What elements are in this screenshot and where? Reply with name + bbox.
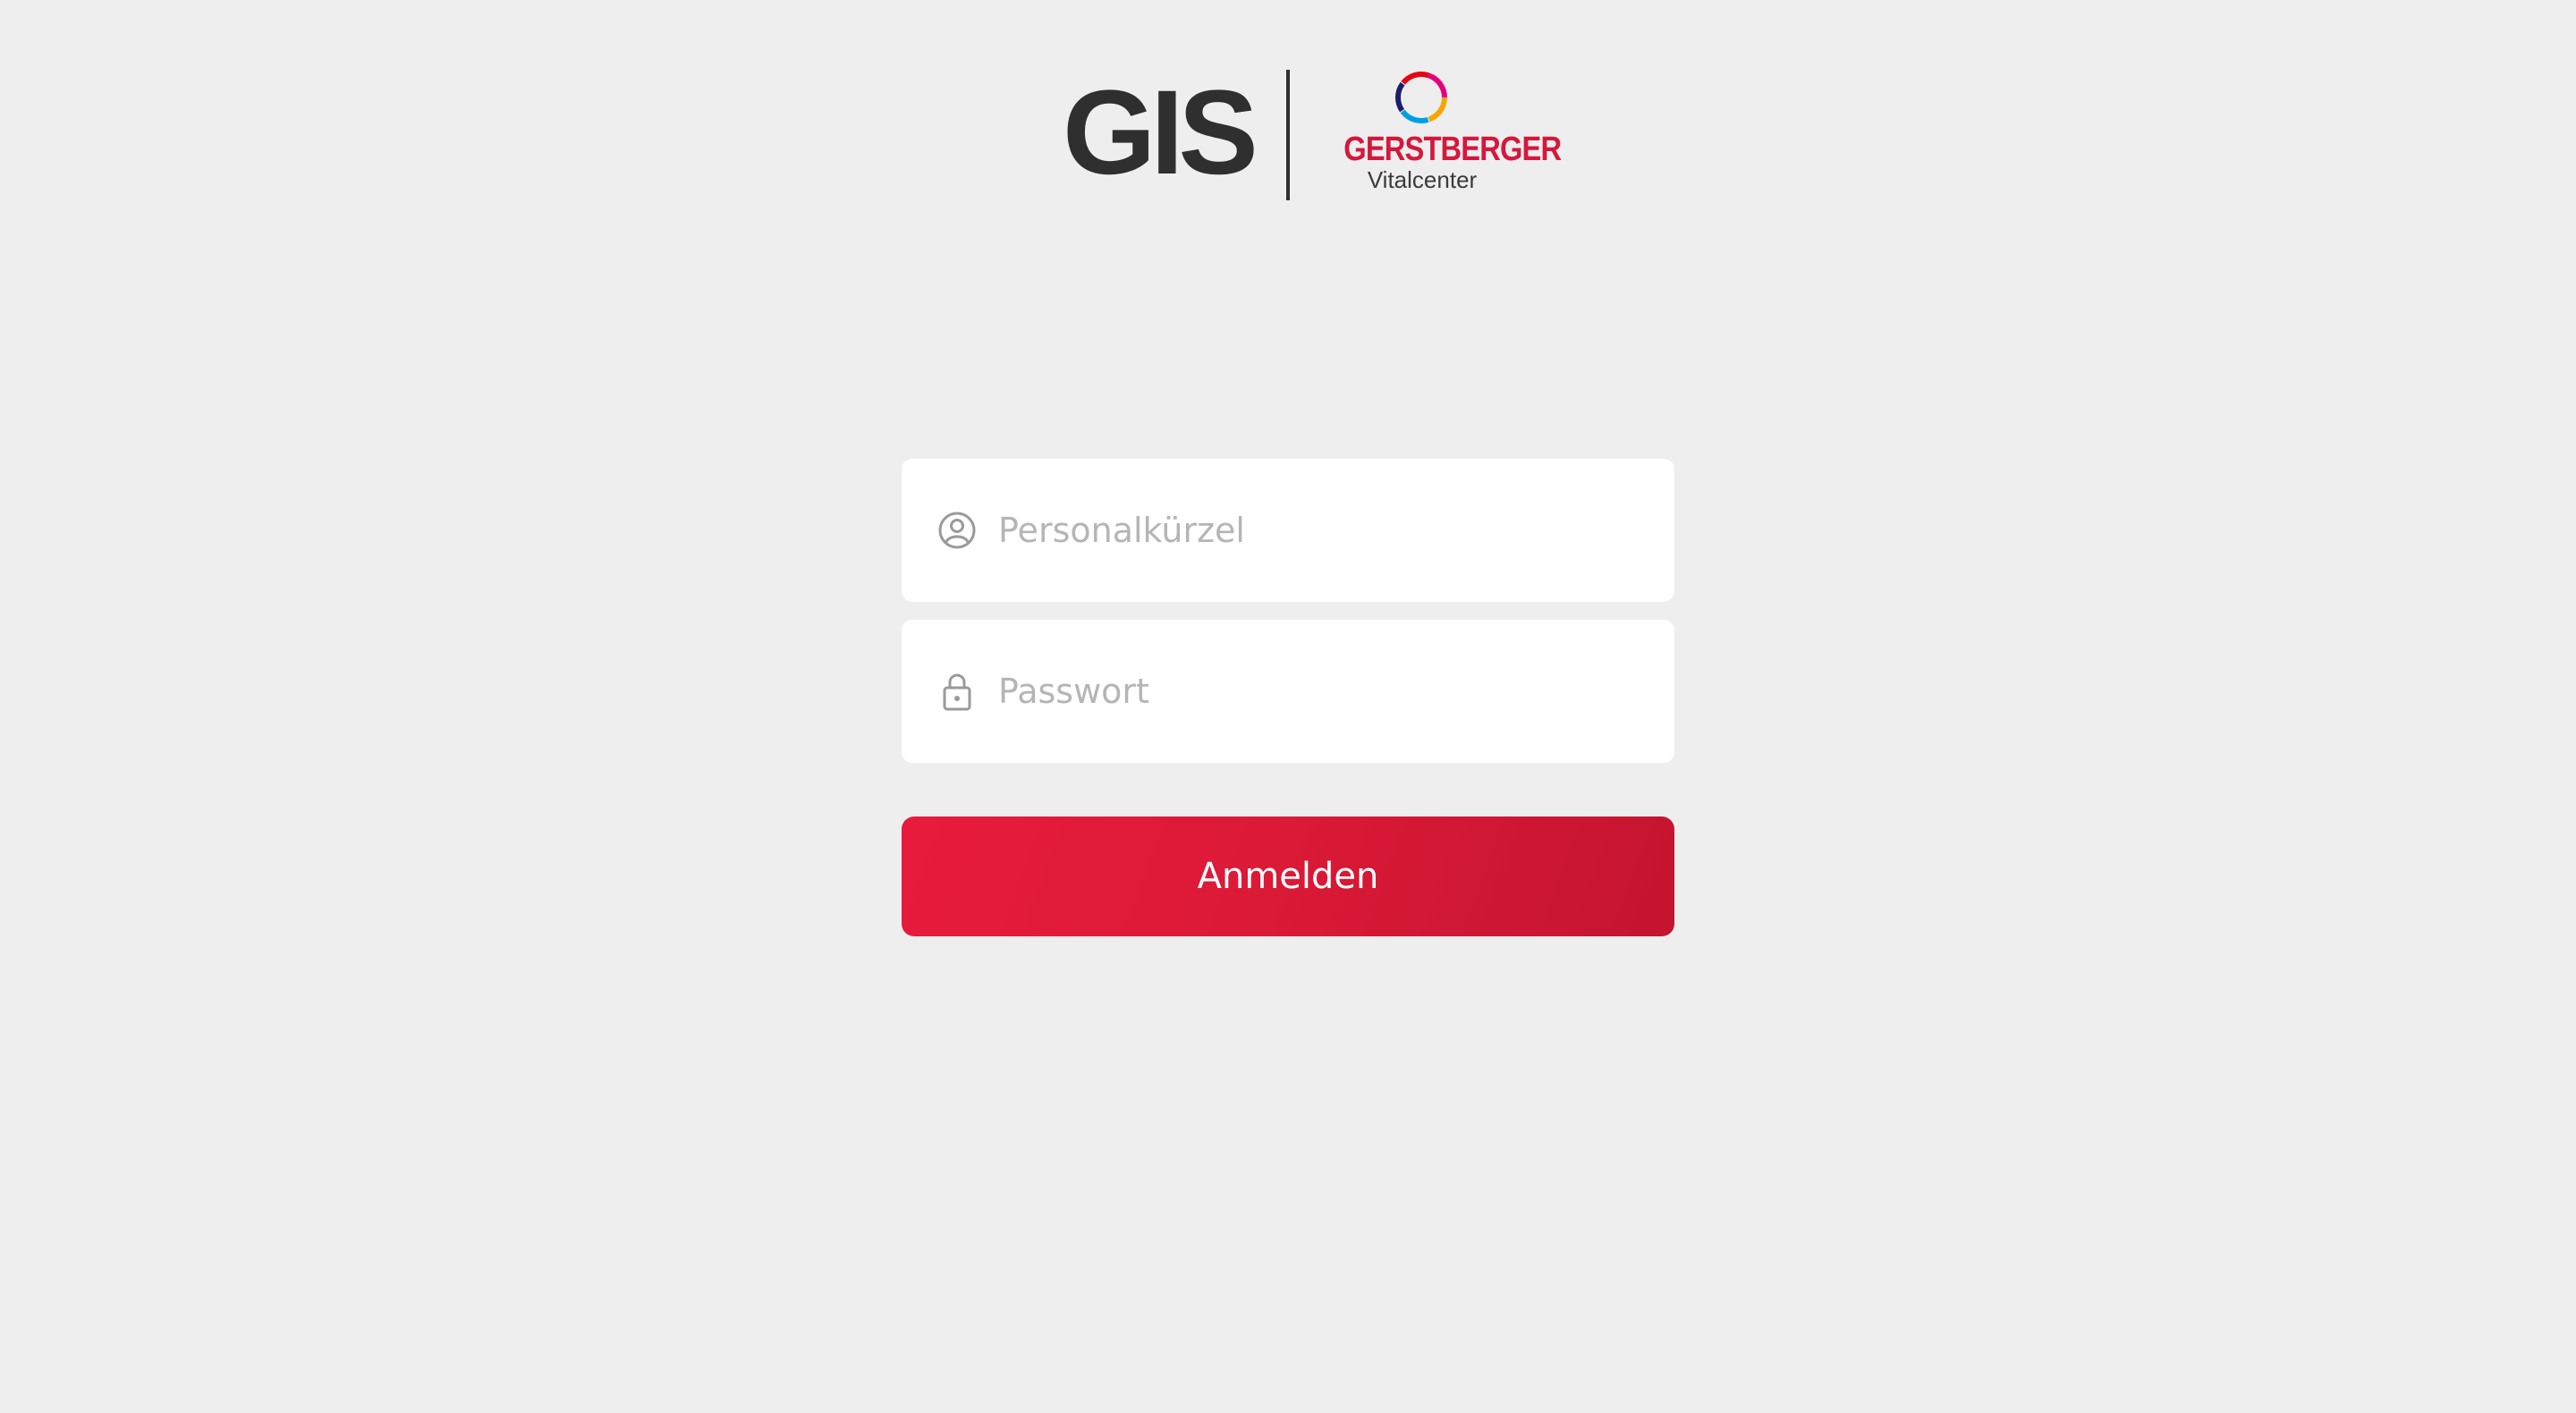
gis-logo-text: GIS (1063, 66, 1258, 199)
logo-divider (1286, 70, 1290, 200)
username-input[interactable] (998, 495, 1642, 566)
login-button[interactable]: Anmelden (902, 816, 1674, 936)
login-page: GIS GERSTBERGER Vitalcenter Anmelden (0, 0, 2576, 1413)
user-circle-icon (938, 512, 976, 549)
username-field[interactable] (902, 459, 1674, 602)
lock-icon (943, 673, 971, 711)
password-field[interactable] (902, 620, 1674, 763)
brand-subtitle: Vitalcenter (1367, 166, 1478, 193)
gerstberger-ring-icon (1395, 72, 1447, 123)
brand-name: GERSTBERGER (1343, 131, 1562, 168)
logo: GIS GERSTBERGER Vitalcenter (1029, 64, 1562, 207)
password-input[interactable] (998, 656, 1642, 727)
